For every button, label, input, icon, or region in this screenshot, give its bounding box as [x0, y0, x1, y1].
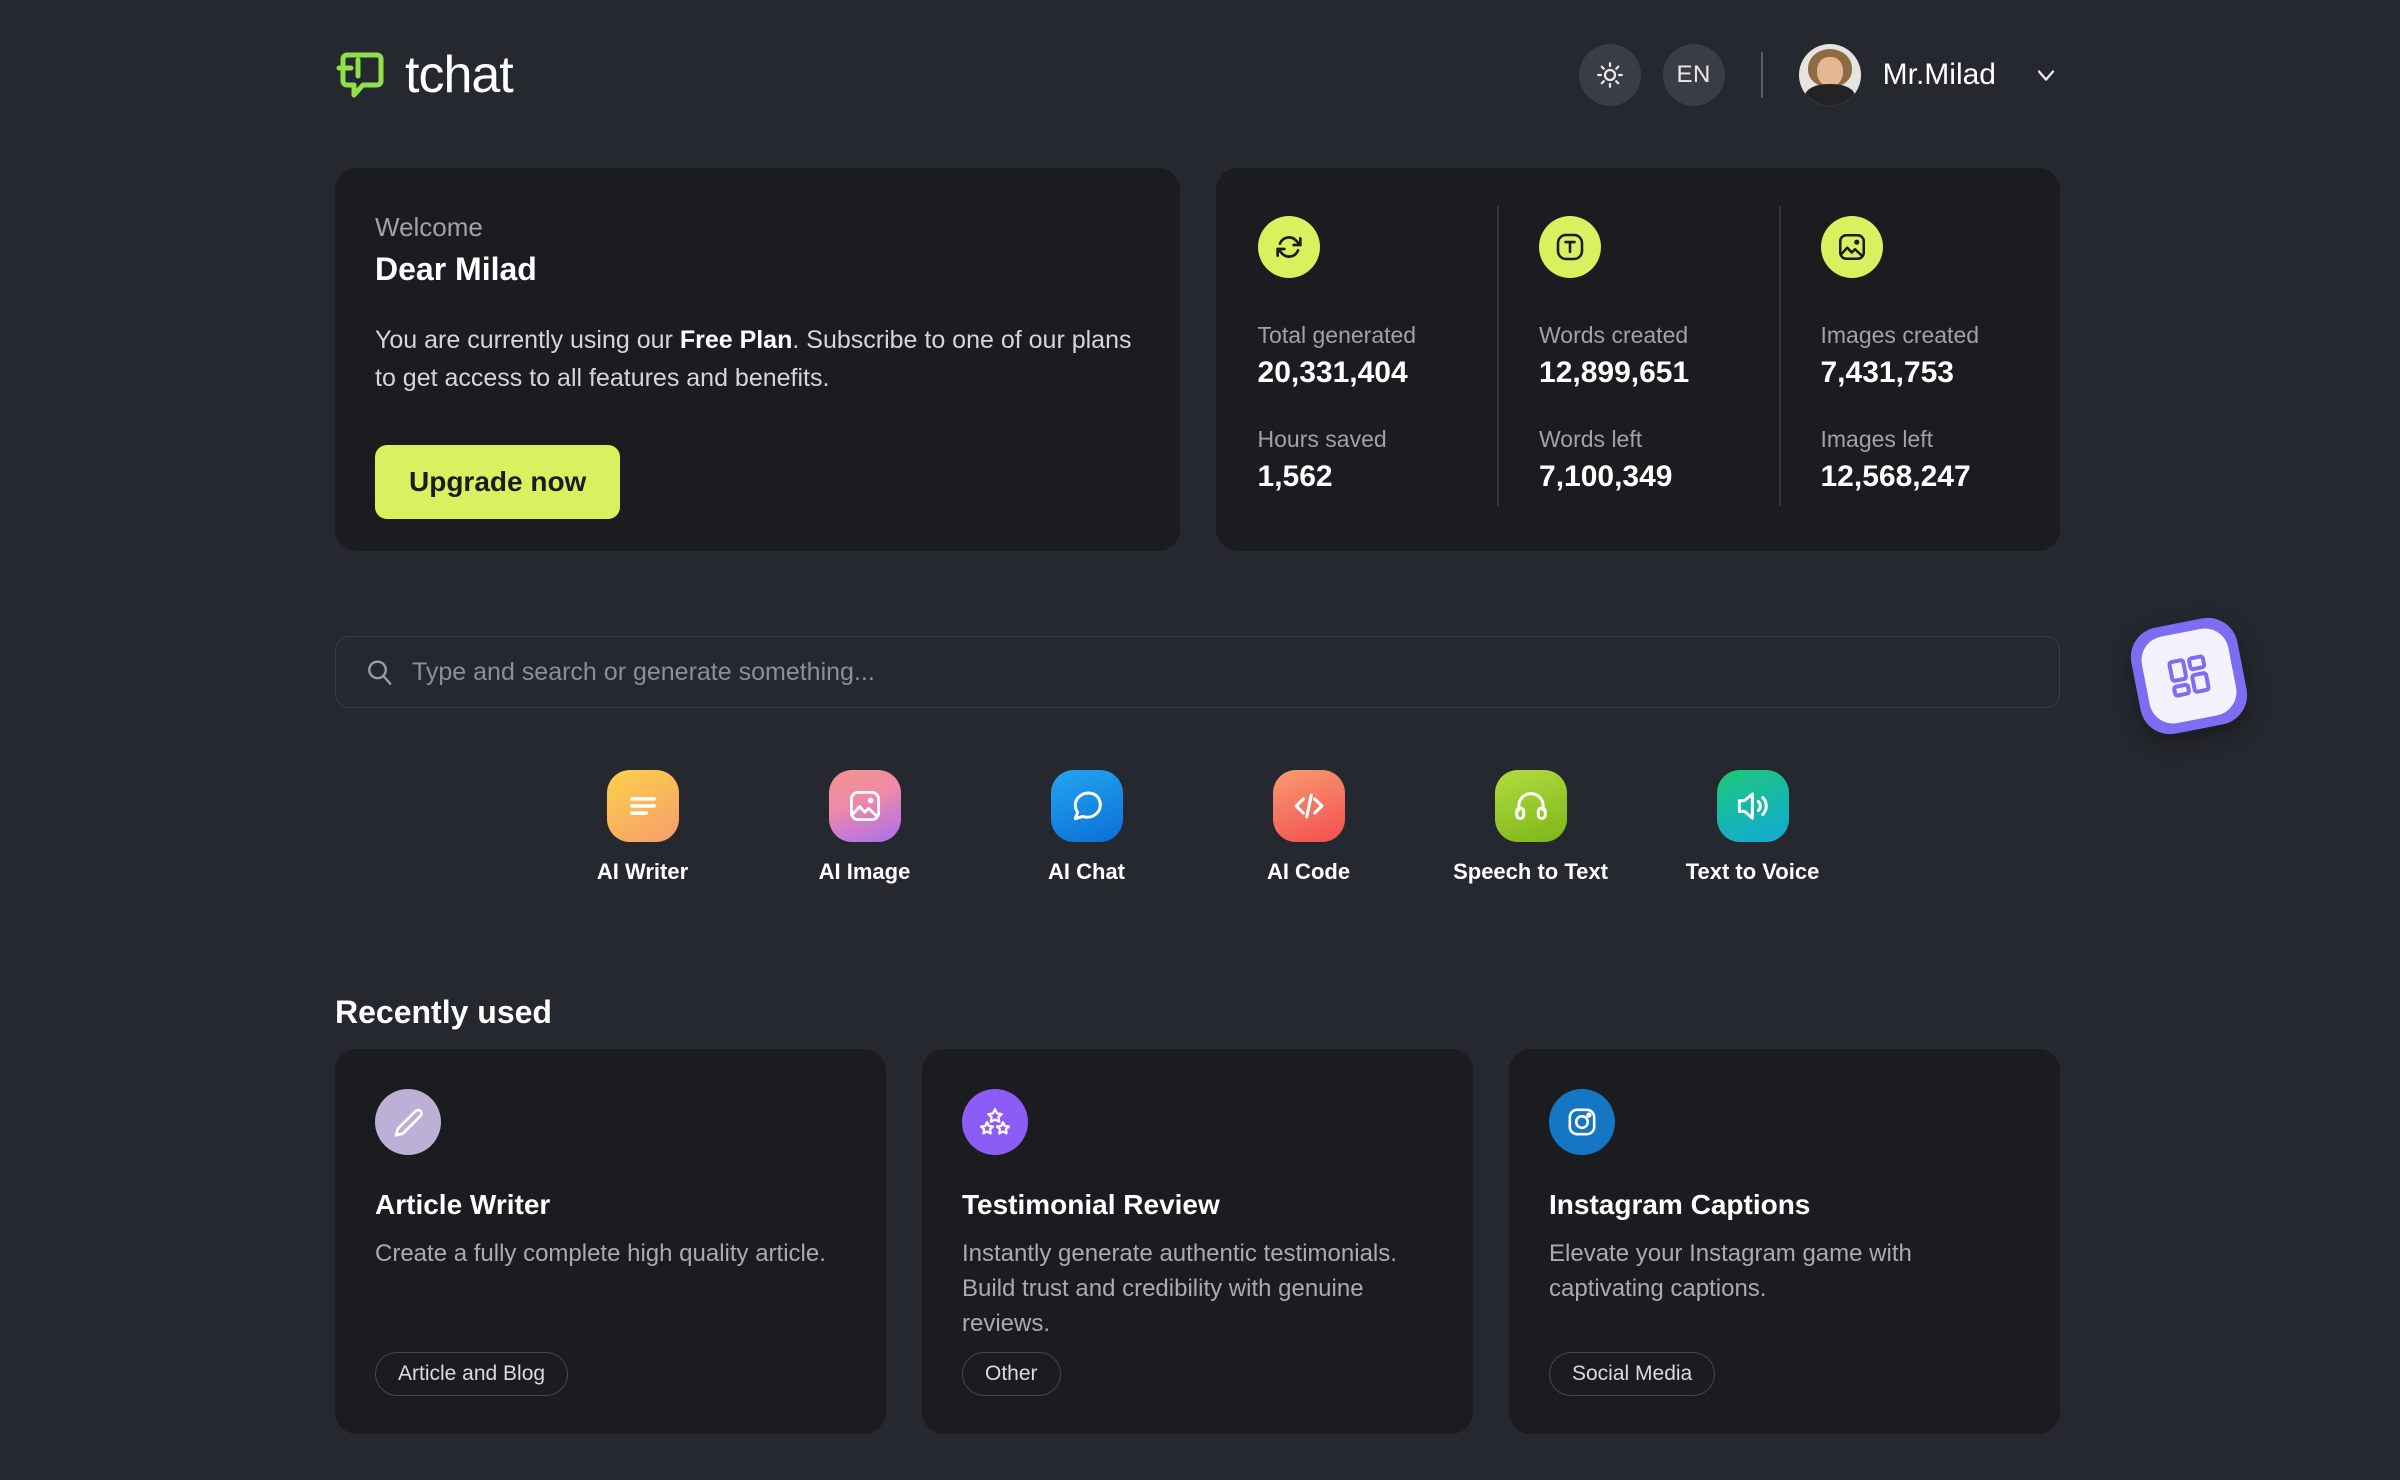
stat-value: 12,899,651: [1539, 356, 1778, 390]
stat-label: Words created: [1539, 322, 1778, 349]
stat-label: Words left: [1539, 426, 1778, 453]
recent-card-instagram-captions[interactable]: Instagram Captions Elevate your Instagra…: [1509, 1049, 2060, 1434]
stat-value: 20,331,404: [1258, 356, 1497, 390]
welcome-greeting: Welcome: [375, 212, 1136, 243]
brand-name: tchat: [405, 49, 513, 101]
upgrade-now-button[interactable]: Upgrade now: [375, 445, 620, 519]
quick-action-ai-chat[interactable]: AI Chat: [1012, 770, 1162, 885]
chevron-down-icon[interactable]: [2032, 61, 2060, 89]
avatar[interactable]: [1799, 44, 1861, 106]
refresh-icon: [1258, 216, 1320, 278]
stat-label: Images created: [1821, 322, 2060, 349]
stat-spacer: [1258, 390, 1497, 426]
language-label: EN: [1676, 61, 1710, 89]
welcome-name: Dear Milad: [375, 251, 1136, 288]
search-section: [335, 636, 2060, 708]
lines-icon: [607, 770, 679, 842]
summary-cards-row: Welcome Dear Milad You are currently usi…: [335, 168, 2060, 551]
quick-action-speech-to-text[interactable]: Speech to Text: [1456, 770, 1606, 885]
language-button[interactable]: EN: [1663, 44, 1725, 106]
recent-card-article-writer[interactable]: Article Writer Create a fully complete h…: [335, 1049, 886, 1434]
quick-action-ai-image[interactable]: AI Image: [790, 770, 940, 885]
quick-actions-row: AI Writer AI Image AI Chat: [335, 770, 2060, 885]
app-header: tchat EN Mr.Milad: [0, 0, 2400, 150]
recent-card-title: Instagram Captions: [1549, 1189, 2020, 1221]
recent-card-testimonial-review[interactable]: Testimonial Review Instantly generate au…: [922, 1049, 1473, 1434]
search-icon: [364, 657, 394, 687]
widget-launcher-badge[interactable]: [2126, 613, 2253, 740]
stat-value: 7,100,349: [1539, 460, 1778, 494]
widget-badge-inner: [2137, 624, 2240, 727]
quick-action-ai-code[interactable]: AI Code: [1234, 770, 1384, 885]
headphones-icon: [1495, 770, 1567, 842]
stat-value: 7,431,753: [1821, 356, 2060, 390]
chat-icon: [1051, 770, 1123, 842]
search-input[interactable]: [412, 658, 2031, 687]
image-icon: [1821, 216, 1883, 278]
speaker-icon: [1717, 770, 1789, 842]
quick-action-text-to-voice[interactable]: Text to Voice: [1678, 770, 1828, 885]
avatar-face: [1817, 57, 1843, 87]
header-divider: [1761, 52, 1763, 98]
instagram-icon: [1549, 1089, 1615, 1155]
quick-action-label: Speech to Text: [1453, 859, 1608, 885]
recently-used-row: Article Writer Create a fully complete h…: [335, 1049, 2060, 1434]
stat-column-total-generated: Total generated 20,331,404 Hours saved 1…: [1216, 216, 1497, 551]
stat-column-images-created: Images created 7,431,753 Images left 12,…: [1779, 216, 2060, 551]
recent-card-title: Article Writer: [375, 1189, 846, 1221]
recently-used-heading: Recently used: [335, 994, 552, 1031]
stat-spacer: [1821, 390, 2060, 426]
stars-icon: [962, 1089, 1028, 1155]
text-icon: [1539, 216, 1601, 278]
recent-card-desc: Instantly generate authentic testimonial…: [962, 1237, 1433, 1341]
recent-card-tag[interactable]: Other: [962, 1352, 1061, 1396]
stat-label: Total generated: [1258, 322, 1497, 349]
stat-column-words-created: Words created 12,899,651 Words left 7,10…: [1497, 216, 1778, 551]
app-root: tchat EN Mr.Milad: [0, 0, 2400, 1480]
welcome-plan-name: Free Plan: [680, 326, 793, 354]
code-icon: [1273, 770, 1345, 842]
sun-icon: [1595, 60, 1625, 90]
stats-card: Total generated 20,331,404 Hours saved 1…: [1216, 168, 2060, 551]
quick-action-label: Text to Voice: [1686, 859, 1820, 885]
image-icon: [829, 770, 901, 842]
stat-value: 1,562: [1258, 460, 1497, 494]
quick-action-label: AI Code: [1267, 859, 1350, 885]
dashboard-grid-icon: [2161, 648, 2217, 704]
recent-card-tag[interactable]: Article and Blog: [375, 1352, 568, 1396]
theme-toggle-button[interactable]: [1579, 44, 1641, 106]
recent-card-title: Testimonial Review: [962, 1189, 1433, 1221]
header-controls: EN Mr.Milad: [1579, 44, 2060, 106]
search-box[interactable]: [335, 636, 2060, 708]
recent-card-tag[interactable]: Social Media: [1549, 1352, 1715, 1396]
username-label: Mr.Milad: [1883, 58, 1996, 92]
tchat-logo-icon: [335, 47, 391, 103]
stat-spacer: [1539, 390, 1778, 426]
stat-label: Hours saved: [1258, 426, 1497, 453]
brand-logo[interactable]: tchat: [335, 47, 513, 103]
welcome-body-part1: You are currently using our: [375, 326, 680, 354]
stat-value: 12,568,247: [1821, 460, 2060, 494]
stat-label: Images left: [1821, 426, 2060, 453]
welcome-card: Welcome Dear Milad You are currently usi…: [335, 168, 1180, 551]
quick-action-label: AI Writer: [597, 859, 688, 885]
recent-card-desc: Create a fully complete high quality art…: [375, 1237, 846, 1272]
recent-card-desc: Elevate your Instagram game with captiva…: [1549, 1237, 2020, 1307]
welcome-body: You are currently using our Free Plan. S…: [375, 322, 1135, 397]
pencil-icon: [375, 1089, 441, 1155]
quick-action-ai-writer[interactable]: AI Writer: [568, 770, 718, 885]
quick-action-label: AI Chat: [1048, 859, 1125, 885]
quick-action-label: AI Image: [819, 859, 911, 885]
avatar-body: [1805, 84, 1855, 106]
